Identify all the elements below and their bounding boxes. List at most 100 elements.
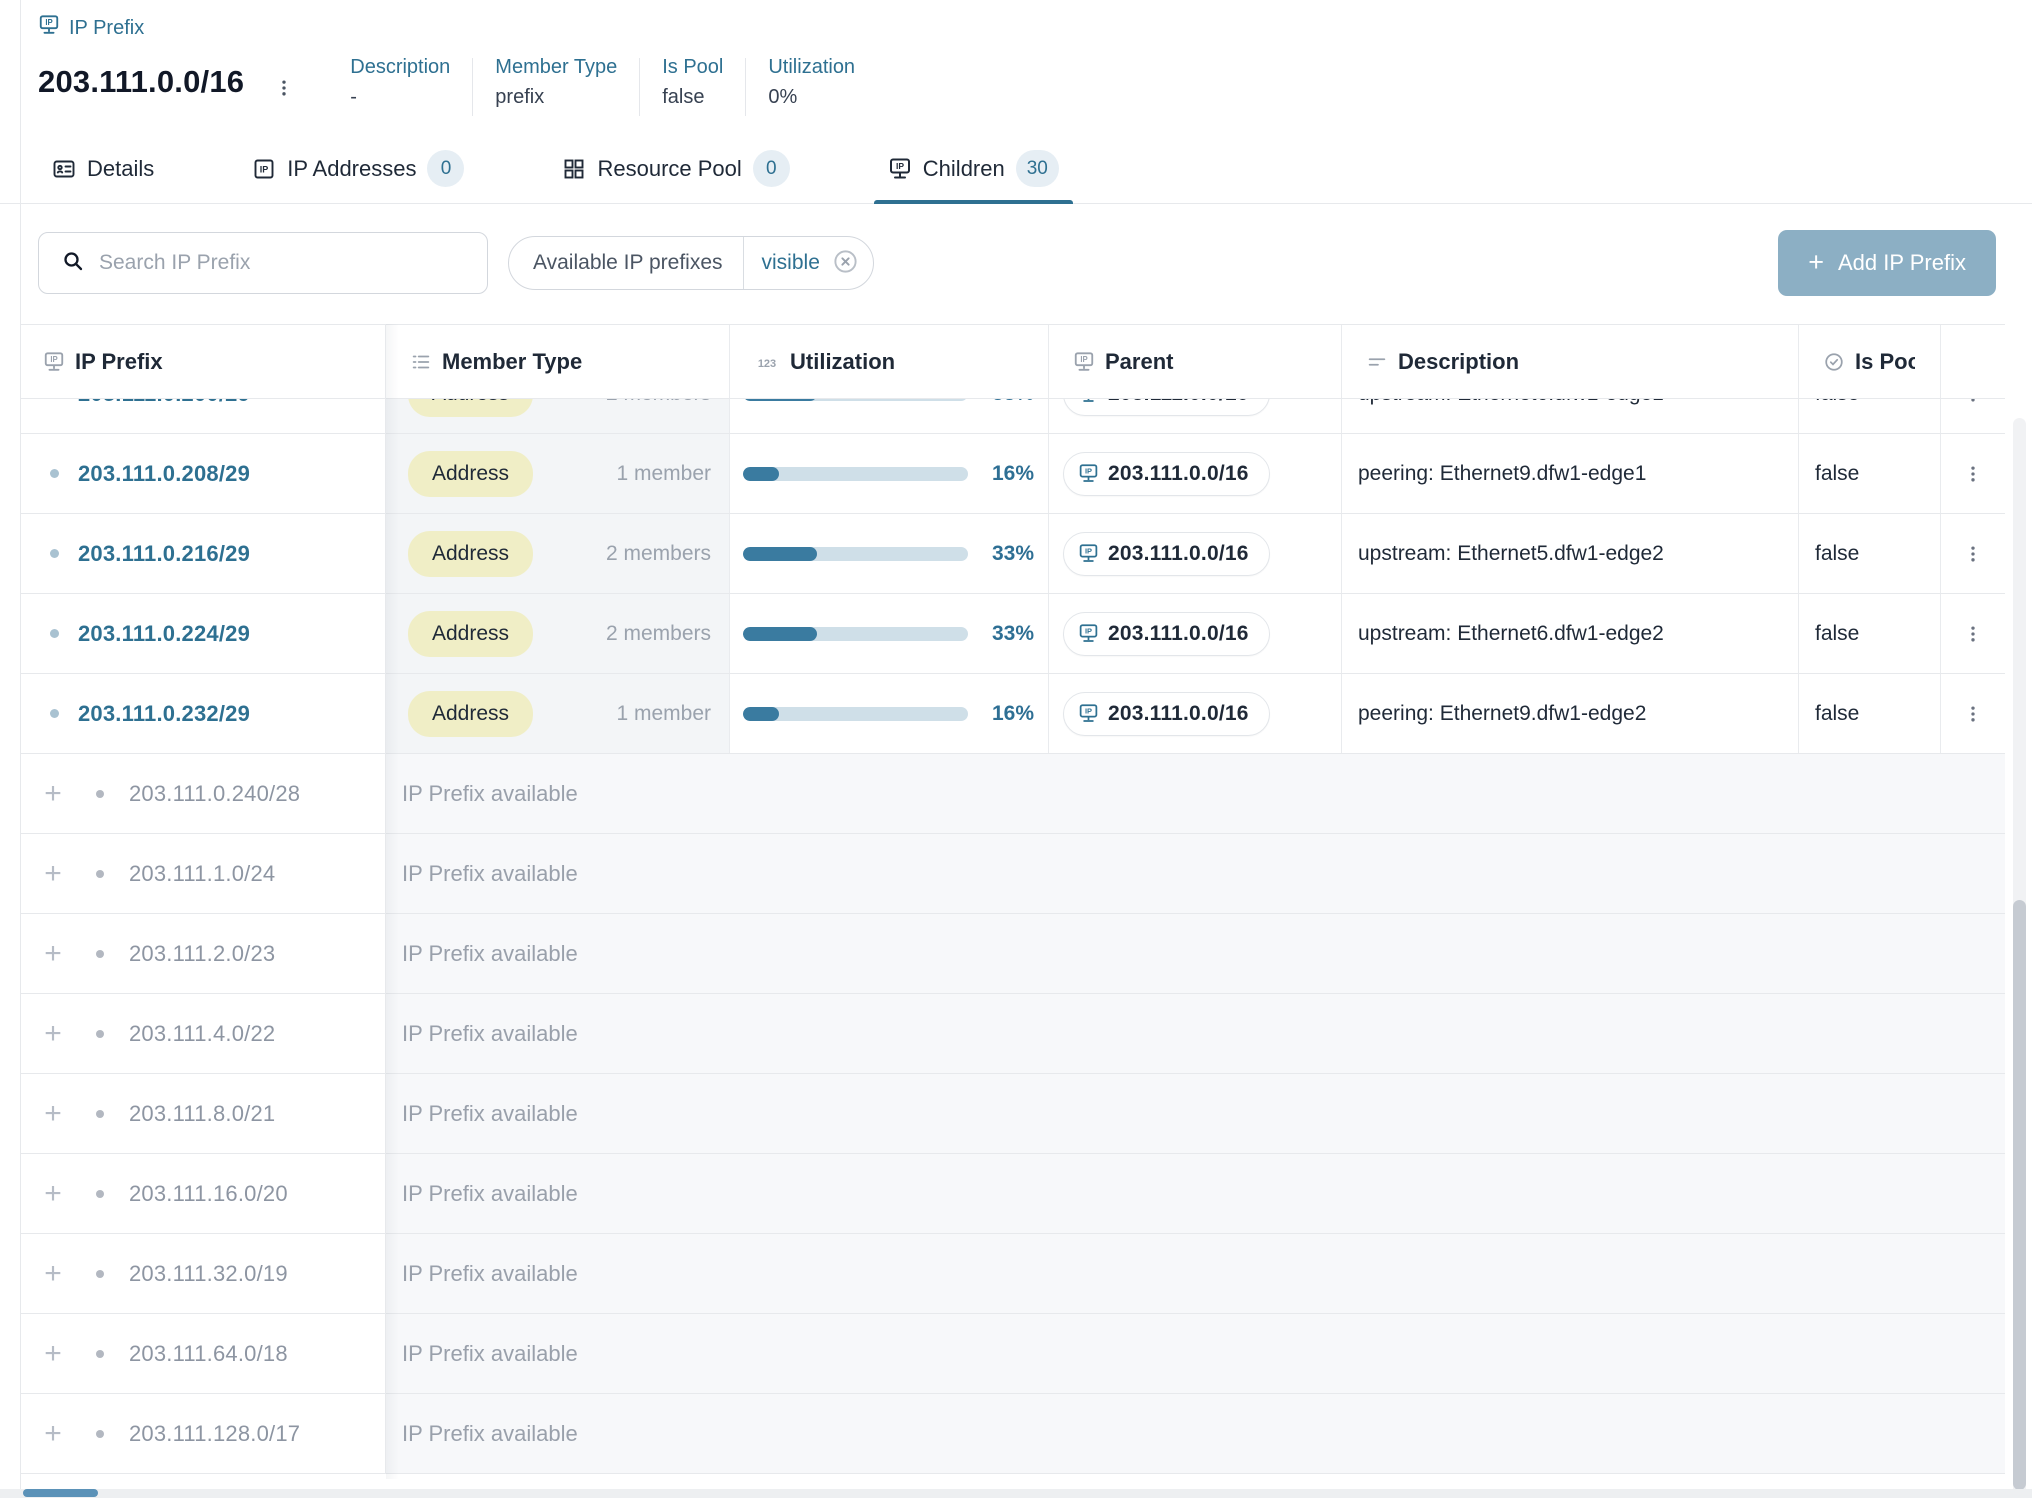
tab-ip-addresses[interactable]: IP IP Addresses 0 [238,138,478,203]
table-row-available: + 203.111.2.0/23 IP Prefix available [21,914,2005,994]
add-available-prefix-button[interactable]: + [38,1019,68,1049]
column-header-description[interactable]: Description [1342,325,1799,398]
add-available-prefix-button[interactable]: + [38,1259,68,1289]
ip-prefix-link[interactable]: 203.111.0.216/29 [78,541,250,567]
column-header-is-pool[interactable]: Is Pool [1799,325,1941,398]
actions-cell [1941,594,2005,673]
add-available-prefix-button[interactable]: + [38,1099,68,1129]
search-box [38,232,488,294]
is-pool-cell: false [1799,514,1941,593]
add-available-prefix-button[interactable]: + [38,1339,68,1369]
add-available-prefix-button[interactable]: + [38,779,68,809]
breadcrumb[interactable]: IP Prefix [38,14,2032,42]
available-note-cell: IP Prefix available [386,994,2005,1073]
column-header-parent[interactable]: Parent [1049,325,1342,398]
horizontal-scrollbar-track [0,1489,2032,1498]
filter-chip-available-ip-prefixes[interactable]: Available IP prefixes visible [508,236,874,290]
actions-cell [1941,399,2005,433]
row-kebab-menu-button[interactable] [1959,618,1987,650]
ip-prefix-icon [1078,399,1099,404]
table-row: 203.111.0.208/29 Address 1 member 16% 20… [21,434,2005,514]
member-count: 1 member [616,702,711,726]
parent-cell: 203.111.0.0/16 [1049,674,1342,753]
filter-chip-remove-button[interactable] [832,248,873,278]
table-row: 203.111.0.200/29 Address 2 members 33% 2… [21,399,2005,434]
ip-prefix-link[interactable]: 203.111.0.232/29 [78,701,250,727]
ip-prefix-link[interactable]: 203.111.0.208/29 [78,461,250,487]
add-available-prefix-button[interactable]: + [38,1419,68,1449]
123-icon: 123 [754,351,780,373]
filter-chip-value: visible [744,251,832,275]
ip-prefix-icon [888,157,912,181]
tab-details[interactable]: Details [38,138,168,203]
is-pool-cell: false [1799,674,1941,753]
utilization-percent: 33% [992,399,1034,406]
page-title: 203.111.0.0/16 [38,64,244,100]
status-dot [96,790,104,798]
parent-prefix-chip[interactable]: 203.111.0.0/16 [1063,692,1270,736]
utilization-cell: 16% [730,434,1049,513]
table-row-available: + 203.111.64.0/18 IP Prefix available [21,1314,2005,1394]
ip-prefix-icon [1078,543,1099,564]
ip-prefix-cell: + 203.111.16.0/20 [21,1154,386,1233]
add-available-prefix-button[interactable]: + [38,859,68,889]
ip-prefix-icon [1073,351,1095,373]
ip-prefix-cell: + 203.111.2.0/23 [21,914,386,993]
member-type-badge: Address [408,451,533,497]
title-kebab-menu-button[interactable] [268,70,300,109]
description-cell: upstream: Ethernet5.dfw1-edge2 [1342,514,1799,593]
tab-count-badge: 30 [1016,150,1059,187]
row-kebab-menu-button[interactable] [1959,538,1987,570]
vertical-scrollbar-thumb[interactable] [2013,900,2026,1490]
parent-cell: 203.111.0.0/16 [1049,434,1342,513]
column-header-member-type[interactable]: Member Type [386,325,730,398]
table-row-available: + 203.111.16.0/20 IP Prefix available [21,1154,2005,1234]
status-dot [96,1270,104,1278]
search-input[interactable] [99,251,469,275]
ip-prefix-cell: + 203.111.4.0/22 [21,994,386,1073]
status-dot [96,1190,104,1198]
status-dot [50,469,59,478]
parent-prefix-chip[interactable]: 203.111.0.0/16 [1063,532,1270,576]
tab-resource-pool[interactable]: Resource Pool 0 [548,138,803,203]
utilization-bar [743,707,968,721]
ip-prefix-icon [1078,463,1099,484]
add-available-prefix-button[interactable]: + [38,1179,68,1209]
table-row-available: + 203.111.128.0/17 IP Prefix available [21,1394,2005,1474]
svg-text:123: 123 [758,358,776,370]
tab-label: Resource Pool [597,156,741,182]
tab-children[interactable]: Children 30 [874,138,1073,203]
utilization-bar-fill [743,707,779,721]
parent-prefix-label: 203.111.0.0/16 [1108,702,1249,726]
add-available-prefix-button[interactable]: + [38,939,68,969]
row-kebab-menu-button[interactable] [1959,458,1987,490]
ip-prefix-link[interactable]: 203.111.0.224/29 [78,621,250,647]
ip-prefix-cell: 203.111.0.232/29 [21,674,386,753]
ip-prefix-cell: + 203.111.8.0/21 [21,1074,386,1153]
tab-label: IP Addresses [287,156,416,182]
ip-prefix-cell: + 203.111.64.0/18 [21,1314,386,1393]
member-type-badge: Address [408,691,533,737]
available-note-cell: IP Prefix available [386,1394,2005,1473]
column-header-ip-prefix[interactable]: IP Prefix [21,325,386,398]
ip-prefix-link[interactable]: 203.111.0.200/29 [78,399,250,407]
status-dot [96,870,104,878]
available-prefix-label: 203.111.4.0/22 [129,1021,275,1047]
filter-chip-name: Available IP prefixes [509,251,743,275]
parent-prefix-chip[interactable]: 203.111.0.0/16 [1063,399,1270,416]
row-kebab-menu-button[interactable] [1959,399,1987,410]
horizontal-scrollbar-thumb[interactable] [23,1489,98,1497]
column-header-utilization[interactable]: 123 Utilization [730,325,1049,398]
utilization-cell: 33% [730,399,1049,433]
status-dot [50,629,59,638]
utilization-bar [743,547,968,561]
parent-prefix-chip[interactable]: 203.111.0.0/16 [1063,612,1270,656]
parent-prefix-chip[interactable]: 203.111.0.0/16 [1063,452,1270,496]
add-ip-prefix-button[interactable]: + Add IP Prefix [1778,230,1996,296]
parent-cell: 203.111.0.0/16 [1049,594,1342,673]
utilization-cell: 33% [730,514,1049,593]
table-body: 203.111.0.200/29 Address 2 members 33% 2… [21,399,2005,1479]
ip-prefix-cell: + 203.111.32.0/19 [21,1234,386,1313]
stat-description: Description - [328,52,472,113]
row-kebab-menu-button[interactable] [1959,698,1987,730]
